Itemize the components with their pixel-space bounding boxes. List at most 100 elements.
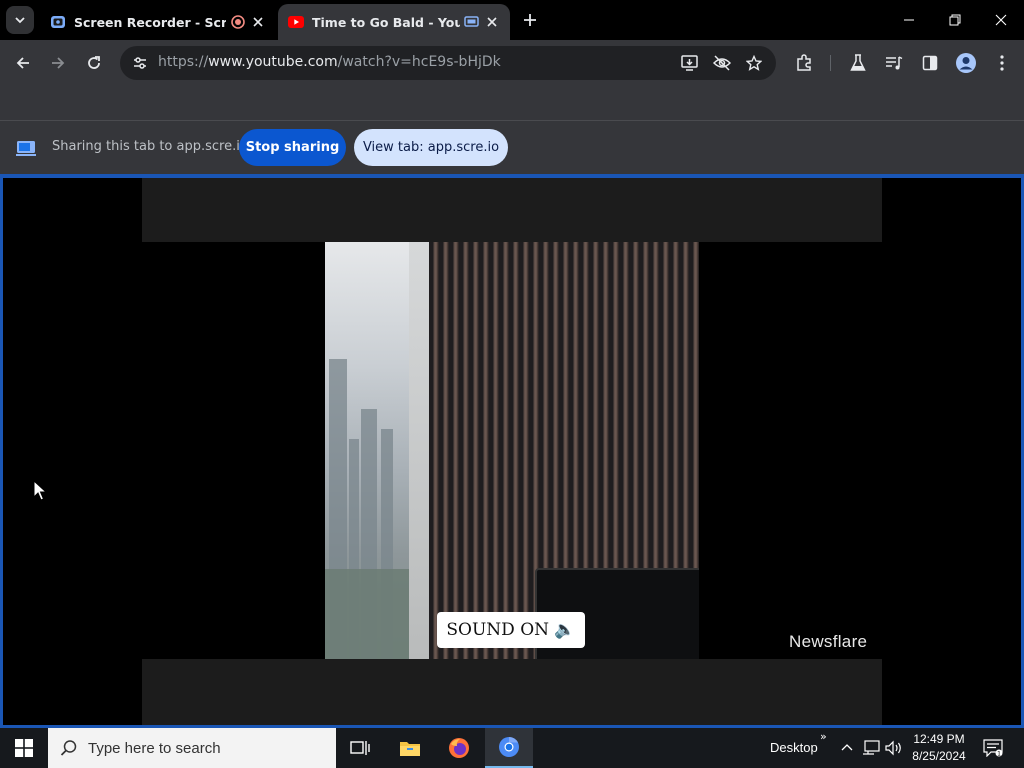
tab-close-button[interactable] (484, 14, 500, 30)
back-button[interactable] (8, 48, 38, 78)
url-scheme: https:// (158, 54, 209, 70)
folder-icon (400, 742, 420, 756)
file-explorer-button[interactable] (386, 728, 434, 768)
address-bar[interactable]: https://www.youtube.com/watch?v=hcE9s-bH… (120, 46, 776, 80)
arrow-right-icon (52, 57, 65, 69)
sound-on-badge[interactable]: SOUND ON 🔈 (437, 612, 585, 648)
show-hidden-icons-button[interactable] (837, 738, 857, 758)
labs-button[interactable] (843, 48, 873, 78)
reload-button[interactable] (79, 48, 109, 78)
clock-time: 12:49 PM (913, 732, 965, 746)
youtube-favicon-icon (288, 16, 304, 28)
restore-button[interactable] (932, 0, 978, 40)
tab-search-button[interactable] (6, 6, 34, 34)
mouse-cursor-icon (33, 480, 47, 501)
desktop-toolbar-label[interactable]: Desktop (770, 740, 818, 755)
tab-screen-recorder[interactable]: Screen Recorder - Scre.io (40, 4, 276, 40)
side-panel-button[interactable] (915, 48, 945, 78)
install-app-icon (681, 55, 698, 71)
chrome-button[interactable] (485, 728, 533, 768)
svg-text:1: 1 (997, 750, 1001, 757)
task-view-button[interactable] (336, 728, 384, 768)
plus-icon (524, 14, 536, 26)
tune-icon (134, 57, 146, 69)
chevron-down-icon (15, 17, 25, 24)
flask-icon (850, 54, 866, 71)
tracking-protection-button[interactable] (710, 51, 734, 75)
video-player[interactable]: SOUND ON 🔈 (325, 242, 699, 659)
window-view-image (325, 242, 409, 659)
puzzle-icon (797, 54, 811, 71)
shorts-top-panel (142, 178, 882, 242)
clock-date: 8/25/2024 (912, 749, 966, 763)
toolbar-divider (830, 55, 831, 71)
recording-indicator-icon (231, 15, 245, 29)
page-content: SOUND ON 🔈 Newsflare (0, 174, 1024, 728)
forward-button[interactable] (43, 48, 73, 78)
notification-icon: 1 (983, 739, 1003, 757)
street-level-image (325, 569, 409, 659)
windows-logo-icon (15, 739, 33, 757)
music-queue-icon (886, 56, 903, 70)
tab-sharing-infobar: Sharing this tab to app.scre.io Stop sha… (0, 121, 1024, 174)
media-controls-button[interactable] (879, 48, 909, 78)
bookmark-button[interactable] (742, 51, 766, 75)
firefox-icon (449, 738, 469, 758)
view-tab-button[interactable]: View tab: app.scre.io (354, 129, 508, 166)
action-center-button[interactable]: 1 (980, 736, 1006, 760)
sharing-message: Sharing this tab to app.scre.io (52, 139, 248, 154)
restore-icon (949, 14, 961, 26)
network-icon (863, 740, 880, 755)
tab-youtube[interactable]: Time to Go Bald - YouTube (278, 4, 510, 40)
newsflare-watermark: Newsflare (789, 632, 868, 651)
site-info-button[interactable] (128, 51, 152, 75)
url-path: /watch?v=hcE9s-bHjDk (337, 54, 501, 70)
firefox-button[interactable] (435, 728, 483, 768)
tab-sharing-icon (464, 16, 479, 27)
tab-close-button[interactable] (250, 14, 266, 30)
search-icon (60, 740, 77, 756)
stop-sharing-button[interactable]: Stop sharing (239, 129, 346, 166)
extensions-button[interactable] (789, 48, 819, 78)
new-tab-button[interactable] (518, 8, 542, 32)
task-view-icon (350, 741, 370, 755)
install-app-button[interactable] (678, 51, 702, 75)
title-bar: Screen Recorder - Scre.io Time to Go Bal… (0, 0, 1024, 40)
close-icon (487, 17, 497, 27)
chrome-icon (499, 736, 519, 757)
url-text: https://www.youtube.com/watch?v=hcE9s-bH… (158, 54, 501, 70)
minimize-button[interactable] (886, 0, 932, 40)
taskbar-clock[interactable]: 12:49 PM 8/25/2024 (905, 731, 973, 765)
profile-button[interactable] (951, 48, 981, 78)
close-window-button[interactable] (978, 0, 1024, 40)
windows-taskbar: Type here to search Desktop » 12:49 PM 8… (0, 728, 1024, 768)
more-vert-icon (1000, 55, 1004, 71)
desktop-toolbar-chevron[interactable]: » (820, 730, 827, 743)
volume-button[interactable] (884, 738, 904, 758)
side-panel-icon (922, 55, 938, 71)
toolbar-strip (0, 86, 1024, 121)
speaker-icon (885, 740, 901, 756)
reload-icon (88, 56, 100, 69)
tab-title: Screen Recorder - Scre.io (74, 14, 226, 30)
close-icon (253, 17, 263, 27)
taskbar-search-placeholder: Type here to search (88, 739, 221, 757)
url-host: www.youtube.com (208, 54, 338, 70)
start-button[interactable] (0, 728, 48, 768)
browser-toolbar: https://www.youtube.com/watch?v=hcE9s-bH… (0, 40, 1024, 86)
eye-off-icon (713, 55, 731, 71)
minimize-icon (904, 19, 914, 21)
close-icon (995, 14, 1007, 26)
star-icon (746, 55, 762, 71)
arrow-left-icon (16, 57, 29, 69)
screen-share-icon (16, 141, 36, 156)
screen-recorder-favicon-icon (51, 16, 65, 28)
menu-button[interactable] (987, 48, 1017, 78)
shorts-bottom-panel (142, 659, 882, 725)
window-frame-image (409, 242, 429, 659)
network-button[interactable] (861, 738, 881, 758)
avatar-icon (956, 53, 976, 73)
chevron-up-icon (841, 744, 853, 751)
taskbar-search-box[interactable]: Type here to search (48, 728, 336, 768)
tab-title: Time to Go Bald - YouTube (312, 14, 460, 30)
